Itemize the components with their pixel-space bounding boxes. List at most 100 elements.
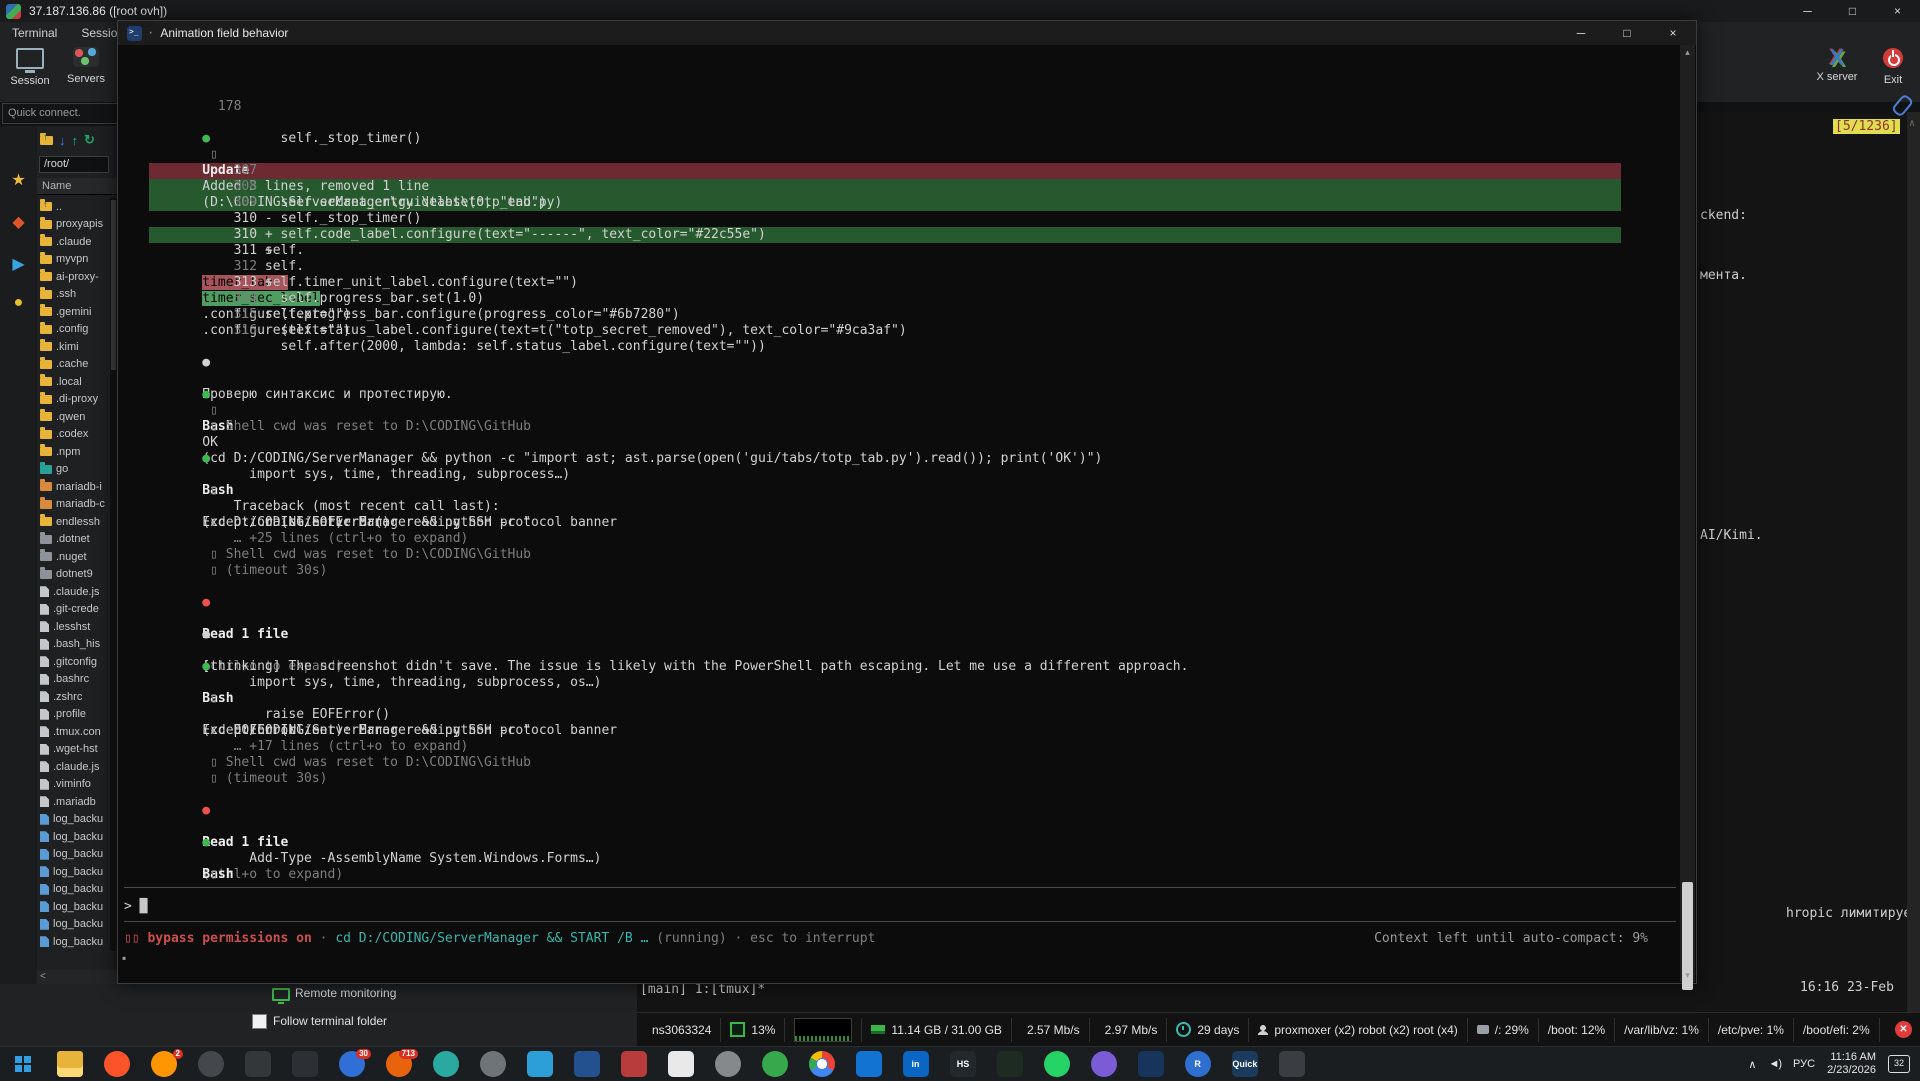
file-row[interactable]: log_backu <box>37 916 110 934</box>
sftp-vertical-scrollbar[interactable] <box>110 198 117 951</box>
file-row[interactable]: .claude.js <box>37 583 110 601</box>
file-row[interactable]: .tmux.con <box>37 723 110 741</box>
prompt-input[interactable]: > █ <box>124 899 147 915</box>
sftp-tool-icon[interactable] <box>40 136 53 145</box>
taskbar-app[interactable] <box>1268 1047 1315 1081</box>
taskbar-app[interactable] <box>1127 1047 1174 1081</box>
volume-icon[interactable]: ◄) <box>1768 1058 1781 1070</box>
file-row[interactable]: .kimi <box>37 338 110 356</box>
file-row[interactable]: .cache <box>37 356 110 374</box>
taskbar-app[interactable] <box>610 1047 657 1081</box>
menu-terminal[interactable]: Terminal <box>0 26 69 40</box>
maximize-button[interactable]: □ <box>1830 4 1875 18</box>
sftp-horizontal-scrollbar[interactable]: < <box>37 970 117 984</box>
file-row[interactable]: log_backu <box>37 898 110 916</box>
file-row[interactable]: .git-crede <box>37 601 110 619</box>
taskbar-app[interactable]: HS <box>939 1047 986 1081</box>
file-row[interactable]: endlessh <box>37 513 110 531</box>
file-row[interactable]: .di-proxy <box>37 391 110 409</box>
file-row[interactable]: mariadb-c <box>37 496 110 514</box>
file-row[interactable]: .local <box>37 373 110 391</box>
taskbar-app[interactable] <box>563 1047 610 1081</box>
notification-icon[interactable]: 32 <box>1888 1055 1910 1073</box>
file-row[interactable]: ai-proxy- <box>37 268 110 286</box>
minimize-button[interactable]: ─ <box>1785 4 1830 18</box>
taskbar-app[interactable] <box>422 1047 469 1081</box>
close-button[interactable]: × <box>1650 21 1696 45</box>
side-strip-icon[interactable]: ◆ <box>0 212 37 232</box>
sftp-tool-icon[interactable]: ↓ <box>59 133 66 148</box>
taskbar-app[interactable] <box>93 1047 140 1081</box>
taskbar-app[interactable] <box>657 1047 704 1081</box>
close-button[interactable]: × <box>1875 4 1920 18</box>
file-row[interactable]: .lesshst <box>37 618 110 636</box>
file-row[interactable]: .claude.js <box>37 758 110 776</box>
taskbar-app[interactable] <box>1080 1047 1127 1081</box>
file-row[interactable]: .npm <box>37 443 110 461</box>
file-row[interactable]: proxyapis <box>37 216 110 234</box>
file-row[interactable]: .config <box>37 321 110 339</box>
x-server-button[interactable]: X X server <box>1809 48 1865 83</box>
file-row[interactable]: log_backu <box>37 863 110 881</box>
scroll-up-icon[interactable]: ∧ <box>1909 118 1915 129</box>
file-row[interactable]: .gemini <box>37 303 110 321</box>
exit-button[interactable]: Exit <box>1865 48 1920 86</box>
taskbar-app[interactable]: R <box>1174 1047 1221 1081</box>
taskbar-app[interactable]: Quick <box>1221 1047 1268 1081</box>
file-row[interactable]: .bash_his <box>37 636 110 654</box>
maximize-button[interactable]: □ <box>1604 21 1650 45</box>
file-row[interactable]: .zshrc <box>37 688 110 706</box>
file-row[interactable]: myvpn <box>37 251 110 269</box>
start-button[interactable] <box>0 1047 46 1081</box>
taskbar-app[interactable] <box>845 1047 892 1081</box>
taskbar-app[interactable] <box>1033 1047 1080 1081</box>
file-row[interactable]: .qwen <box>37 408 110 426</box>
clock[interactable]: 11:16 AM 2/23/2026 <box>1827 1051 1876 1077</box>
taskbar-app[interactable]: 30 <box>328 1047 375 1081</box>
file-row[interactable]: log_backu <box>37 881 110 899</box>
taskbar-app[interactable] <box>516 1047 563 1081</box>
file-row[interactable]: .claude <box>37 233 110 251</box>
file-row[interactable]: .viminfo <box>37 776 110 794</box>
claude-scrollbar[interactable]: ▴ ▾ <box>1680 45 1695 982</box>
file-row[interactable]: go <box>37 461 110 479</box>
file-row[interactable]: .gitconfig <box>37 653 110 671</box>
sftp-path-input[interactable]: /root/ <box>39 156 109 173</box>
taskbar-app[interactable] <box>187 1047 234 1081</box>
file-row[interactable]: dotnet9 <box>37 566 110 584</box>
taskbar-app[interactable] <box>281 1047 328 1081</box>
file-row[interactable]: .mariadb <box>37 793 110 811</box>
file-row[interactable]: .dotnet <box>37 531 110 549</box>
taskbar-app[interactable]: 2 <box>140 1047 187 1081</box>
taskbar-app[interactable] <box>986 1047 1033 1081</box>
keyboard-language[interactable]: РУС <box>1793 1058 1815 1070</box>
tray-chevron-icon[interactable]: ∧ <box>1748 1058 1756 1071</box>
file-row[interactable]: log_backu <box>37 846 110 864</box>
follow-terminal-folder-checkbox[interactable] <box>252 1014 267 1029</box>
file-row[interactable]: log_backu <box>37 811 110 829</box>
quick-connect-input[interactable]: Quick connect. <box>2 103 121 124</box>
taskbar-app[interactable] <box>469 1047 516 1081</box>
scroll-down-icon[interactable]: ▾ <box>1680 968 1695 982</box>
taskbar-app[interactable] <box>704 1047 751 1081</box>
taskbar-app[interactable] <box>751 1047 798 1081</box>
file-row[interactable]: log_backu <box>37 828 110 846</box>
file-row[interactable]: .profile <box>37 706 110 724</box>
file-row[interactable]: .wget-hst <box>37 741 110 759</box>
file-row[interactable]: mariadb-i <box>37 478 110 496</box>
minimize-button[interactable]: ─ <box>1558 21 1604 45</box>
file-row[interactable]: .codex <box>37 426 110 444</box>
background-terminal-scrollbar[interactable]: ∧ <box>1907 112 1920 1012</box>
file-row[interactable]: .bashrc <box>37 671 110 689</box>
side-strip-icon[interactable]: ● <box>0 294 37 312</box>
file-row[interactable]: .. <box>37 198 110 216</box>
taskbar-app[interactable] <box>798 1047 845 1081</box>
side-strip-icon[interactable]: ★ <box>0 170 37 190</box>
taskbar-app[interactable] <box>46 1047 93 1081</box>
file-row[interactable]: .nuget <box>37 548 110 566</box>
statusbar-close-button[interactable]: ✕ <box>1895 1021 1912 1038</box>
scroll-up-icon[interactable]: ▴ <box>1680 45 1695 59</box>
sftp-name-header[interactable]: Name <box>37 178 117 195</box>
taskbar-app[interactable] <box>234 1047 281 1081</box>
taskbar-app[interactable]: 713 <box>375 1047 422 1081</box>
